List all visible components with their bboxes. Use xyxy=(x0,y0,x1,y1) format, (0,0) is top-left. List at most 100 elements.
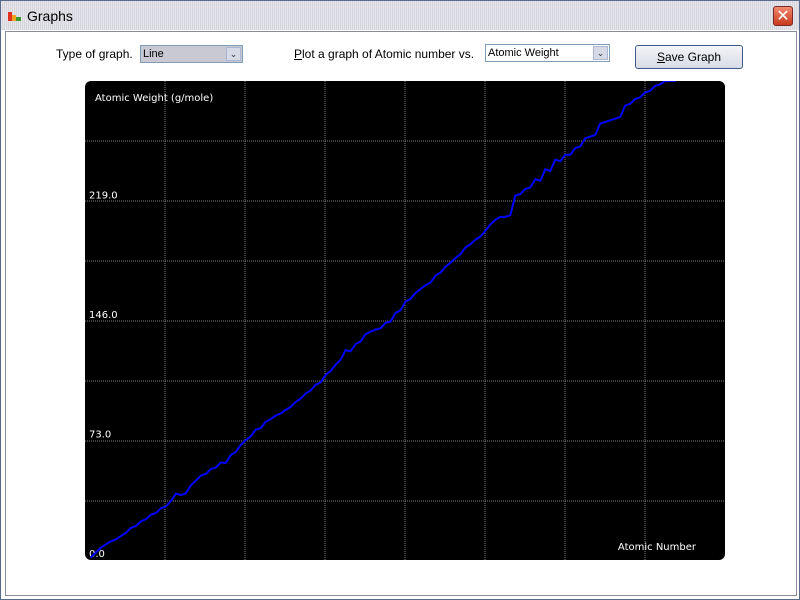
data-point xyxy=(309,389,312,392)
data-point xyxy=(170,500,172,502)
data-point xyxy=(374,328,377,331)
graph-type-label: Type of graph. xyxy=(56,47,133,61)
data-point xyxy=(130,527,132,529)
data-point xyxy=(564,153,567,156)
data-point xyxy=(554,158,557,161)
data-point xyxy=(549,170,552,172)
data-point xyxy=(230,454,232,456)
data-point xyxy=(569,153,571,156)
graph-type-dropdown[interactable]: Line ⌄ xyxy=(140,45,243,63)
data-point xyxy=(454,257,457,259)
y-tick-label: 219.0 xyxy=(89,191,118,202)
data-point xyxy=(414,292,417,294)
data-point xyxy=(499,216,502,218)
plot-against-value: Atomic Weight xyxy=(488,47,559,59)
data-point xyxy=(424,284,427,286)
data-point xyxy=(404,300,407,303)
close-icon: ✕ xyxy=(776,8,790,25)
data-point xyxy=(389,320,392,323)
plot-against-label-mnemonic: P xyxy=(294,47,303,61)
data-point xyxy=(439,271,442,274)
data-point xyxy=(519,193,522,195)
plot-against-label: Plot a graph of Atomic number vs. xyxy=(294,47,474,61)
data-point xyxy=(529,186,532,189)
data-point xyxy=(629,103,631,105)
data-point xyxy=(115,538,117,541)
data-point xyxy=(334,363,337,366)
data-point xyxy=(125,532,127,534)
data-point xyxy=(95,551,97,554)
graph-app-icon xyxy=(8,12,21,21)
data-point xyxy=(120,535,122,537)
data-point xyxy=(299,397,302,400)
data-point xyxy=(140,520,142,523)
data-point xyxy=(479,235,482,238)
data-point xyxy=(464,246,467,249)
save-graph-label: ave Graph xyxy=(664,50,722,64)
data-point xyxy=(574,147,576,149)
data-point xyxy=(484,229,487,232)
y-tick-label: 146.0 xyxy=(89,310,118,321)
data-point xyxy=(419,288,422,290)
data-point xyxy=(150,514,152,516)
data-point xyxy=(409,298,412,300)
data-point xyxy=(474,238,477,241)
data-point xyxy=(659,83,661,86)
data-point xyxy=(619,116,621,118)
data-point xyxy=(185,492,187,495)
data-point xyxy=(339,358,342,361)
data-point xyxy=(394,312,397,314)
data-point xyxy=(259,427,262,430)
graph-type-label-text: Type of xyxy=(56,47,99,61)
data-point xyxy=(349,350,352,353)
data-point xyxy=(110,540,112,543)
y-tick-label: 73.0 xyxy=(89,430,111,441)
data-point xyxy=(329,370,332,372)
data-point xyxy=(654,85,656,87)
data-point xyxy=(105,543,107,545)
data-point xyxy=(240,444,242,446)
data-point xyxy=(489,223,492,226)
data-point xyxy=(384,322,387,324)
chevron-down-icon[interactable]: ⌄ xyxy=(593,46,608,60)
data-point xyxy=(584,137,586,140)
data-point xyxy=(359,340,362,343)
data-point xyxy=(215,466,217,469)
data-point xyxy=(200,474,202,477)
data-point xyxy=(304,392,307,395)
title-bar[interactable]: Graphs ✕ xyxy=(1,1,799,30)
plot-against-dropdown[interactable]: Atomic Weight ⌄ xyxy=(485,44,610,62)
data-point xyxy=(269,418,272,420)
save-graph-button[interactable]: Save Graph xyxy=(635,45,743,69)
data-point xyxy=(145,518,147,520)
data-point xyxy=(354,343,357,345)
data-point xyxy=(249,435,252,438)
data-point xyxy=(614,117,616,120)
data-point xyxy=(604,121,606,123)
data-point xyxy=(429,281,432,284)
data-point xyxy=(434,274,437,277)
window-title: Graphs xyxy=(27,8,73,24)
x-axis-label: Atomic Number xyxy=(618,542,697,553)
data-point xyxy=(649,90,651,92)
data-point xyxy=(294,401,297,403)
data-point xyxy=(190,484,192,487)
data-point xyxy=(504,216,507,218)
data-point xyxy=(100,546,102,549)
data-point xyxy=(254,428,257,431)
data-point xyxy=(369,330,372,333)
data-point xyxy=(289,406,292,408)
data-point xyxy=(399,309,402,311)
data-point xyxy=(494,219,497,221)
close-button[interactable]: ✕ xyxy=(773,6,793,26)
data-point xyxy=(589,135,591,138)
data-point xyxy=(459,253,462,255)
data-point xyxy=(324,374,327,376)
data-point xyxy=(235,451,237,453)
data-point xyxy=(135,525,137,527)
chevron-down-icon[interactable]: ⌄ xyxy=(226,47,241,61)
data-point xyxy=(274,414,277,417)
save-graph-mnemonic: S xyxy=(656,50,665,64)
atomic-weight-chart: 0.073.0146.0219.0 Atomic Weight (g/mole)… xyxy=(85,80,725,560)
data-point xyxy=(364,333,367,335)
